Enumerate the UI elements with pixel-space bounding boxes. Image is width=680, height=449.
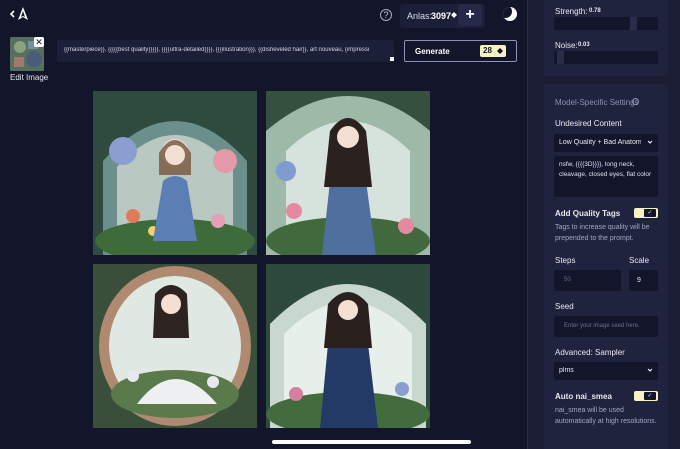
noise-slider[interactable] xyxy=(554,51,658,64)
check-icon: ✓ xyxy=(644,209,656,217)
remove-image-button[interactable]: ✕ xyxy=(34,37,44,47)
noise-value: 0.03 xyxy=(578,42,590,48)
scale-label: Scale xyxy=(629,256,650,265)
seed-label: Seed xyxy=(555,302,574,311)
sampler-label: Advanced: Sampler xyxy=(555,348,625,357)
anlas-coin-icon xyxy=(451,12,457,18)
auto-smea-hint: nai_smea will be used automatically at h… xyxy=(555,407,657,425)
sampler-select[interactable]: plms xyxy=(554,362,658,380)
model-settings-title: Model-Specific Settings xyxy=(555,98,639,107)
novelai-logo-icon[interactable] xyxy=(16,6,30,22)
check-icon: ✓ xyxy=(644,392,656,400)
add-anlas-button[interactable]: + xyxy=(458,4,482,26)
info-icon[interactable]: ? xyxy=(632,98,639,105)
top-bar: ? Anlas: 3097 + xyxy=(0,0,527,30)
generated-image-2[interactable] xyxy=(266,91,430,255)
anlas-value: 3097 xyxy=(431,11,452,21)
horizontal-scrollbar[interactable] xyxy=(272,440,471,444)
seed-input[interactable]: Enter your image seed here. xyxy=(554,316,658,337)
anlas-label: Anlas: xyxy=(407,11,433,21)
anlas-coin-icon xyxy=(497,48,503,54)
scale-input[interactable]: 9 xyxy=(629,270,658,291)
seed-placeholder: Enter your image seed here. xyxy=(564,323,640,329)
undesired-preset-select[interactable]: Low Quality + Bad Anatomy xyxy=(554,134,658,152)
generated-image-1[interactable] xyxy=(93,91,257,255)
quality-tags-label: Add Quality Tags xyxy=(555,209,621,218)
generate-label: Generate xyxy=(415,47,450,56)
undesired-content-input[interactable]: nsfw, {{{{3D}}}}, long neck, cleavage, c… xyxy=(554,156,658,197)
generated-image-4[interactable] xyxy=(266,264,430,428)
generated-image-3[interactable] xyxy=(93,264,257,428)
quality-tags-toggle[interactable]: ✓ xyxy=(634,208,658,218)
undesired-content-label: Undesired Content xyxy=(555,119,622,128)
noise-slider-thumb[interactable] xyxy=(557,51,564,64)
strength-value: 0.78 xyxy=(589,8,601,14)
steps-value: 50 xyxy=(564,277,571,283)
help-icon[interactable]: ? xyxy=(380,9,392,21)
edit-image-button[interactable]: Edit Image xyxy=(10,73,48,82)
chevron-down-icon xyxy=(647,140,653,144)
steps-input[interactable]: 50 xyxy=(554,270,621,291)
generate-cost-badge: 28 xyxy=(480,45,506,57)
theme-moon-icon[interactable] xyxy=(503,7,517,21)
auto-smea-label: Auto nai_smea xyxy=(555,392,612,401)
undesired-preset-value: Low Quality + Bad Anatomy xyxy=(559,139,641,146)
strength-label: Strength: xyxy=(555,7,588,16)
auto-smea-toggle[interactable]: ✓ xyxy=(634,391,658,401)
prompt-text: {{masterpiece}}, {{{{{best quality}}}}},… xyxy=(64,47,370,53)
generate-cost-value: 28 xyxy=(483,46,492,55)
scale-value: 9 xyxy=(637,277,641,284)
sampler-value: plms xyxy=(559,367,574,374)
strength-slider-thumb[interactable] xyxy=(630,17,637,30)
steps-label: Steps xyxy=(555,256,576,265)
noise-label: Noise: xyxy=(555,41,578,50)
prompt-resize-handle[interactable] xyxy=(390,57,394,61)
prompt-input[interactable]: {{masterpiece}}, {{{{{best quality}}}}},… xyxy=(57,40,394,62)
chevron-down-icon xyxy=(647,368,653,372)
strength-slider[interactable] xyxy=(554,17,658,30)
quality-tags-hint: Tags to increase quality will be prepend… xyxy=(555,224,650,242)
